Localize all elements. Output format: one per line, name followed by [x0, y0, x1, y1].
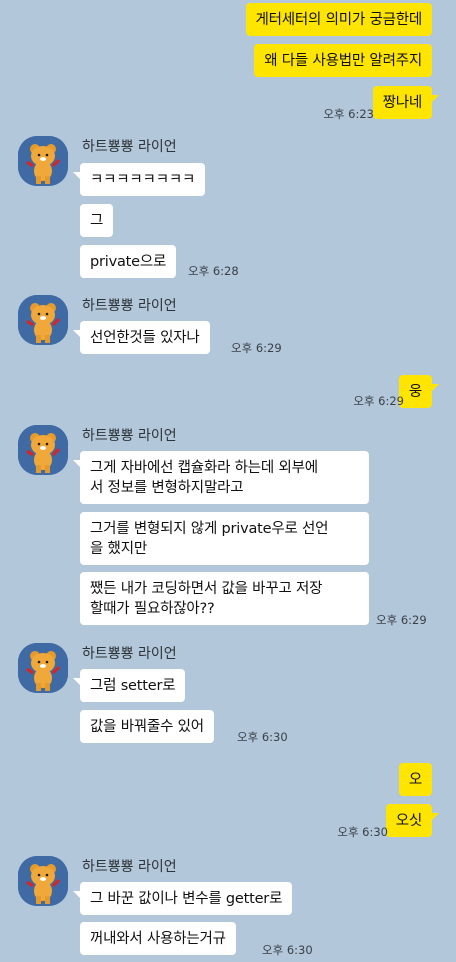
message-bubble[interactable]: 값을 바꿔줄수 있어 — [80, 710, 214, 743]
ryan-character-icon — [18, 856, 68, 906]
message-bubble[interactable]: 오싯 — [385, 804, 440, 837]
avatar[interactable] — [18, 643, 68, 693]
avatar[interactable] — [18, 295, 68, 345]
sender-name: 하트뿅뿅 라이언 — [82, 428, 177, 444]
ryan-character-icon — [18, 136, 68, 186]
sender-name: 하트뿅뿅 라이언 — [82, 298, 177, 314]
message-bubble[interactable]: 그럼 setter로 — [72, 669, 186, 702]
message-timestamp: 오후 6:29 — [376, 613, 427, 627]
message-bubble[interactable]: 게터세터의 의미가 궁금한데 — [245, 3, 432, 36]
message-timestamp: 오후 6:28 — [188, 264, 239, 278]
avatar[interactable] — [18, 856, 68, 906]
message-timestamp: 오후 6:30 — [262, 943, 313, 957]
message-bubble[interactable]: private으로 — [80, 245, 177, 278]
message-timestamp: 오후 6:30 — [237, 730, 288, 744]
message-timestamp: 오후 6:29 — [353, 394, 404, 408]
message-bubble[interactable]: 오 — [398, 763, 432, 796]
message-bubble[interactable]: 그게 자바에선 캡슐화라 하는데 외부에 서 정보를 변형하지말라고 — [73, 451, 369, 504]
sender-name: 하트뿅뿅 라이언 — [82, 859, 177, 875]
avatar[interactable] — [18, 425, 68, 475]
message-bubble[interactable]: 그 — [80, 204, 114, 237]
ryan-character-icon — [18, 295, 68, 345]
avatar[interactable] — [18, 136, 68, 186]
ryan-character-icon — [18, 643, 68, 693]
message-bubble[interactable]: 그거를 변형되지 않게 private우로 선언 을 했지만 — [80, 512, 369, 565]
message-timestamp: 오후 6:29 — [231, 341, 282, 355]
message-bubble[interactable]: ㅋㅋㅋㅋㅋㅋㅋㅋ — [72, 163, 206, 196]
message-bubble[interactable]: 짱나네 — [372, 86, 440, 119]
message-timestamp: 오후 6:23 — [323, 107, 374, 121]
message-timestamp: 오후 6:30 — [337, 825, 388, 839]
message-bubble[interactable]: 쨌든 내가 코딩하면서 값을 바꾸고 저장 할때가 필요하잖아?? — [80, 572, 369, 625]
sender-name: 하트뿅뿅 라이언 — [82, 646, 177, 662]
ryan-character-icon — [18, 425, 68, 475]
message-bubble[interactable]: 그 바꾼 값이나 변수를 getter로 — [72, 882, 293, 915]
message-bubble[interactable]: 선언한것들 있자나 — [73, 321, 210, 354]
message-bubble[interactable]: 왜 다들 사용법만 알려주지 — [254, 44, 432, 77]
sender-name: 하트뿅뿅 라이언 — [82, 139, 177, 155]
message-bubble[interactable]: 꺼내와서 사용하는거규 — [80, 922, 236, 955]
